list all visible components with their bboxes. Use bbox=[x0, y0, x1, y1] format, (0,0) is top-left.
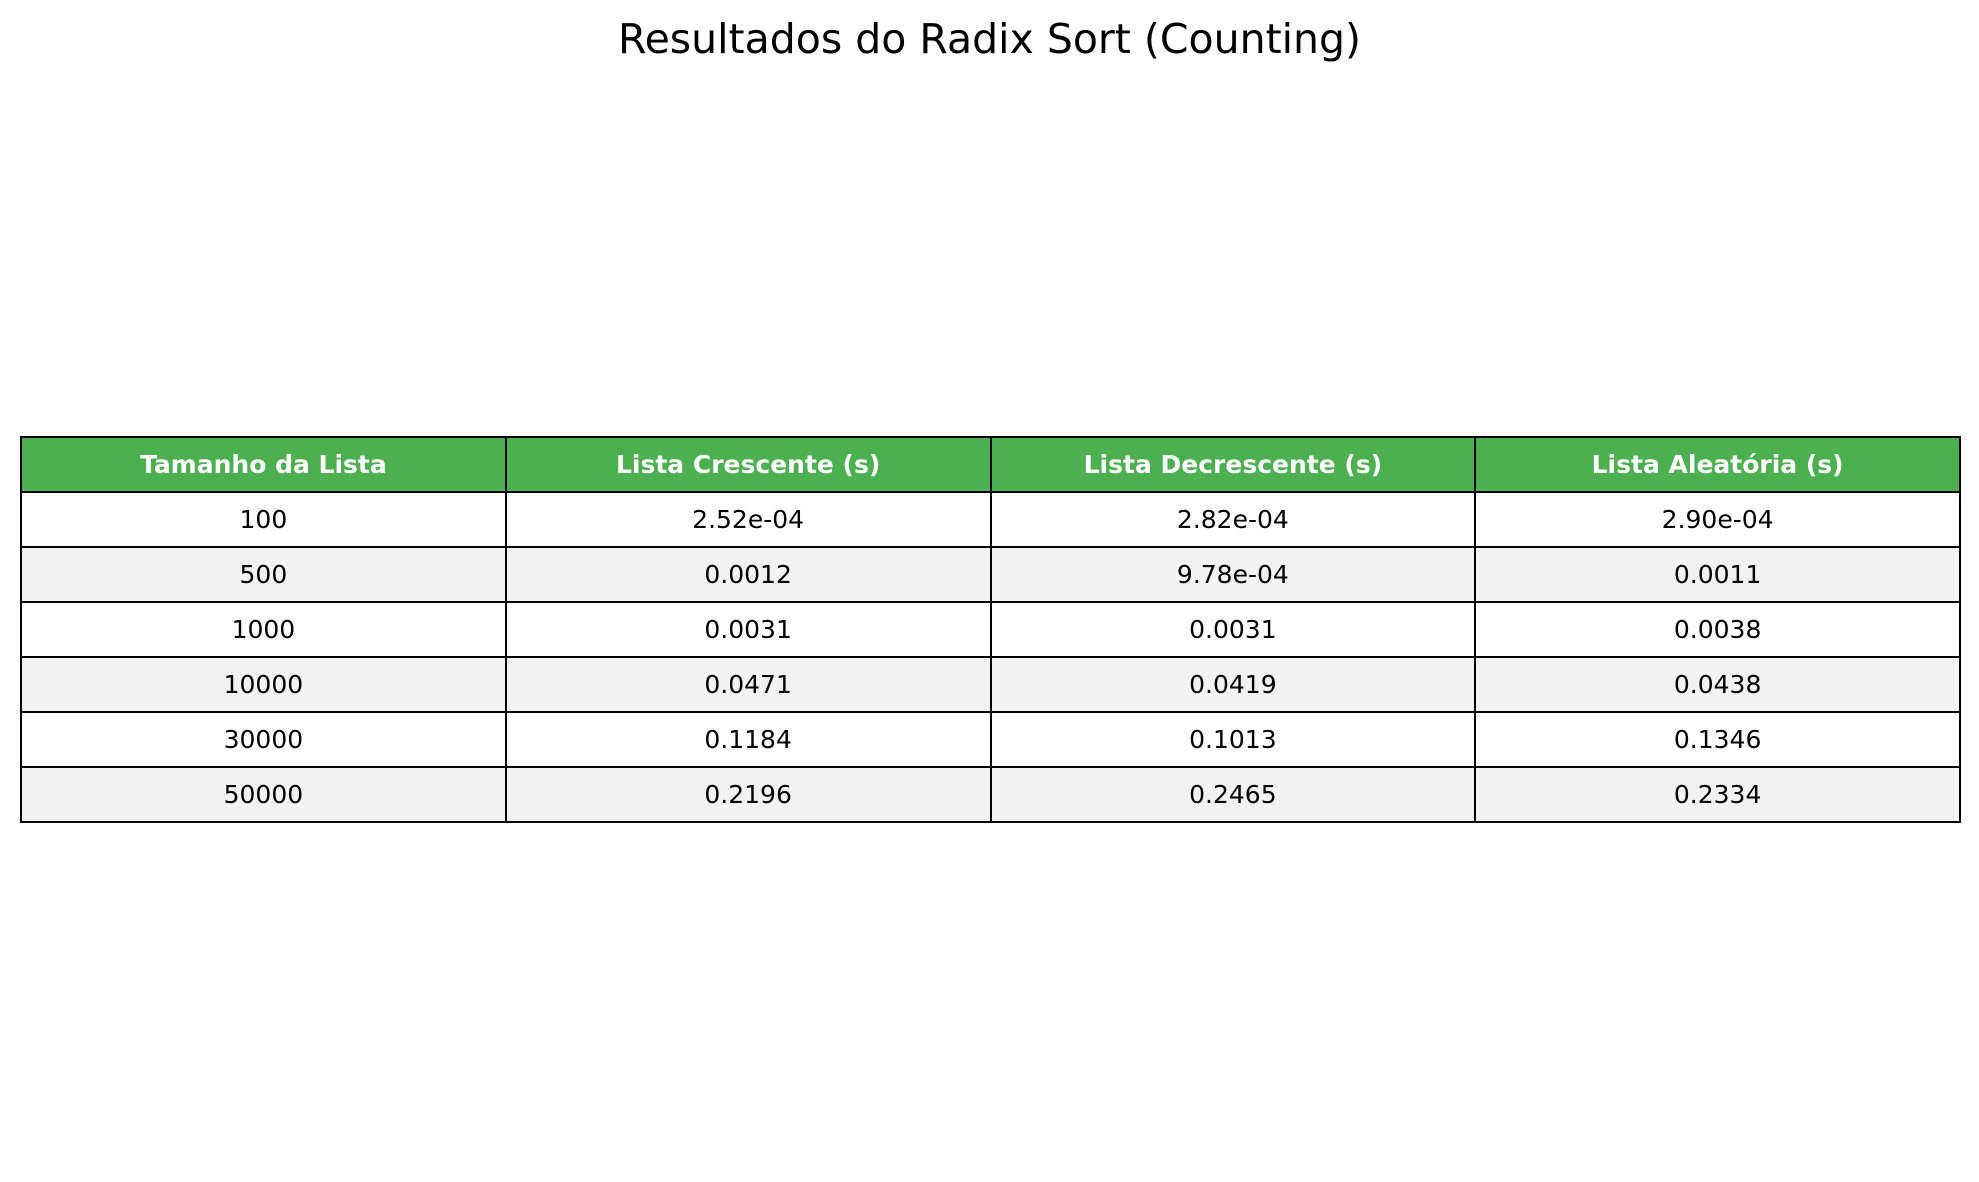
table-cell: 0.0011 bbox=[1474, 546, 1961, 603]
table-row: 30000 0.1184 0.1013 0.1346 bbox=[20, 711, 1961, 768]
table-cell: 0.0438 bbox=[1474, 656, 1961, 713]
table-cell: 500 bbox=[20, 546, 507, 603]
column-header-list-size: Tamanho da Lista bbox=[20, 436, 507, 493]
table-cell: 0.1184 bbox=[504, 711, 992, 768]
table-cell: 50000 bbox=[20, 766, 507, 823]
table-cell: 0.0012 bbox=[504, 546, 992, 603]
table-cell: 0.0038 bbox=[1474, 601, 1961, 658]
column-header-random: Lista Aleatória (s) bbox=[1474, 436, 1961, 493]
table-cell: 2.90e-04 bbox=[1474, 491, 1961, 548]
table-cell: 1000 bbox=[20, 601, 507, 658]
table-cell: 0.0031 bbox=[989, 601, 1477, 658]
table-cell: 2.82e-04 bbox=[989, 491, 1477, 548]
table-cell: 0.2334 bbox=[1474, 766, 1961, 823]
table-row: 100 2.52e-04 2.82e-04 2.90e-04 bbox=[20, 491, 1961, 548]
table-cell: 0.2196 bbox=[504, 766, 992, 823]
table-cell: 0.0031 bbox=[504, 601, 992, 658]
table-header: Tamanho da Lista Lista Crescente (s) Lis… bbox=[20, 436, 1961, 493]
table-row: 1000 0.0031 0.0031 0.0038 bbox=[20, 601, 1961, 658]
chart-title: Resultados do Radix Sort (Counting) bbox=[617, 15, 1362, 63]
table-row: 500 0.0012 9.78e-04 0.0011 bbox=[20, 546, 1961, 603]
table-body: 100 2.52e-04 2.82e-04 2.90e-04 500 0.001… bbox=[20, 491, 1961, 823]
table-cell: 0.0419 bbox=[989, 656, 1477, 713]
table-cell: 9.78e-04 bbox=[989, 546, 1477, 603]
results-table-container: Tamanho da Lista Lista Crescente (s) Lis… bbox=[20, 436, 1961, 823]
header-row: Tamanho da Lista Lista Crescente (s) Lis… bbox=[20, 436, 1961, 493]
table-cell: 0.1013 bbox=[989, 711, 1477, 768]
table-cell: 10000 bbox=[20, 656, 507, 713]
table-cell: 100 bbox=[20, 491, 507, 548]
table-cell: 2.52e-04 bbox=[504, 491, 992, 548]
table-row: 10000 0.0471 0.0419 0.0438 bbox=[20, 656, 1961, 713]
table-cell: 0.1346 bbox=[1474, 711, 1961, 768]
table-cell: 0.2465 bbox=[989, 766, 1477, 823]
column-header-descending: Lista Decrescente (s) bbox=[989, 436, 1477, 493]
results-table: Tamanho da Lista Lista Crescente (s) Lis… bbox=[20, 436, 1961, 823]
table-cell: 30000 bbox=[20, 711, 507, 768]
column-header-ascending: Lista Crescente (s) bbox=[504, 436, 992, 493]
table-cell: 0.0471 bbox=[504, 656, 992, 713]
table-row: 50000 0.2196 0.2465 0.2334 bbox=[20, 766, 1961, 823]
